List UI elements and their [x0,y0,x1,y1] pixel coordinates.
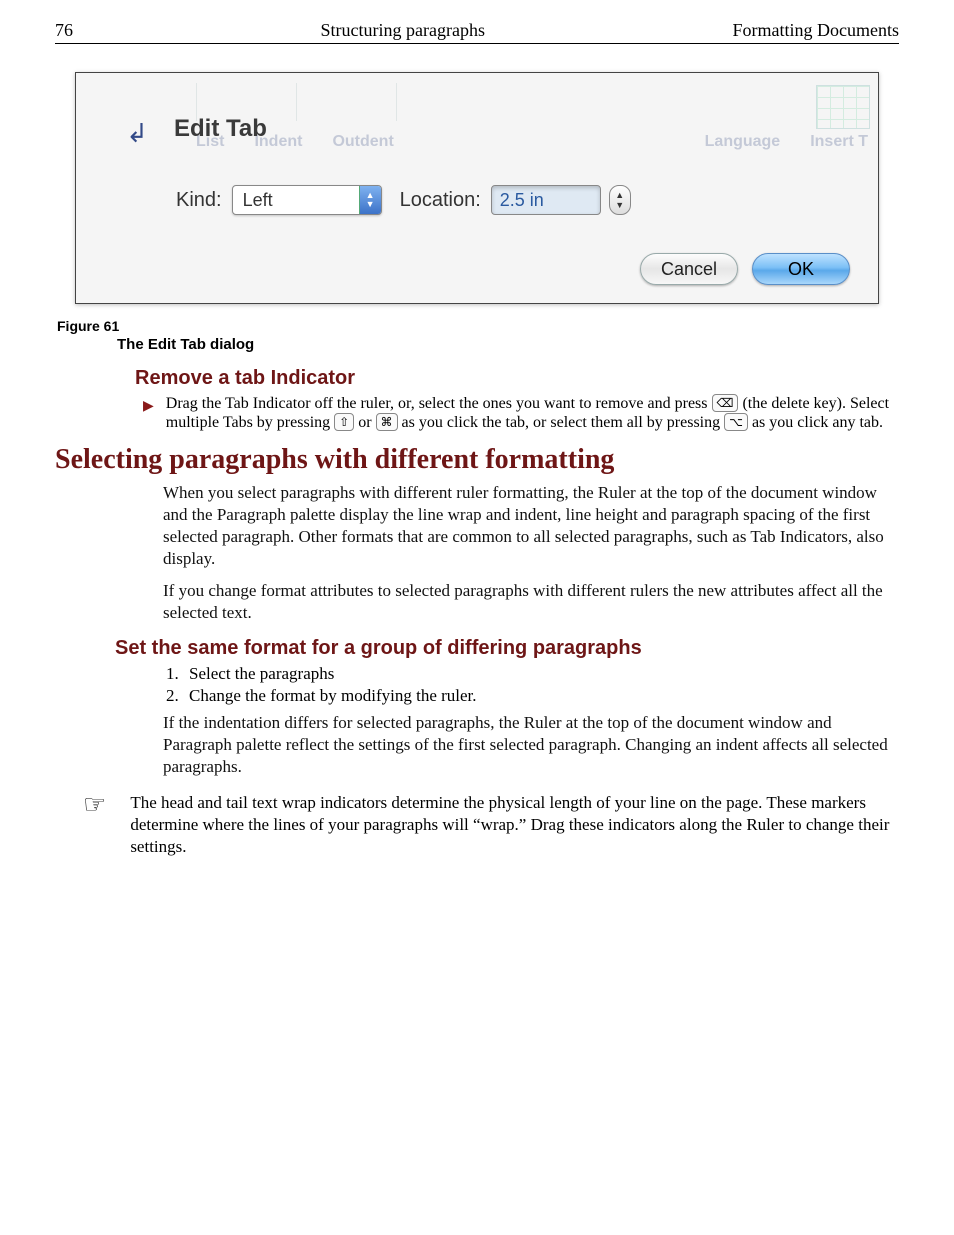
set-same-paragraph: If the indentation differs for selected … [163,712,899,778]
location-label: Location: [400,189,481,212]
delete-key-icon: ⌫ [712,394,739,412]
heading-selecting-paragraphs: Selecting paragraphs with different form… [55,444,899,476]
table-grid-icon [816,85,870,129]
pointing-hand-icon: ☞ [83,792,106,818]
header-right: Formatting Documents [733,20,899,41]
selecting-paragraph-2: If you change format attributes to selec… [163,580,899,624]
selecting-paragraph-1: When you select paragraphs with differen… [163,482,899,570]
page-header: 76 Structuring paragraphs Formatting Doc… [55,20,899,44]
command-key-icon: ⌘ [376,413,398,431]
page-number: 76 [55,20,73,41]
location-value: 2.5 in [500,190,544,211]
location-field[interactable]: 2.5 in [491,185,601,215]
dialog-fields-row: Kind: Left ▲▼ Location: 2.5 in ▲▼ [76,185,878,215]
note-block: ☞ The head and tail text wrap indicators… [135,792,899,858]
dialog-title: Edit Tab [174,115,267,143]
location-stepper[interactable]: ▲▼ [609,185,631,215]
header-center: Structuring paragraphs [73,20,733,41]
ok-button[interactable]: OK [752,253,850,285]
tab-arrow-icon: ↳ [118,119,148,149]
kind-label: Kind: [176,189,222,212]
kind-select[interactable]: Left ▲▼ [232,185,382,215]
triangle-bullet-icon: ▶ [143,398,154,415]
steps-list: Select the paragraphs Change the format … [183,664,899,706]
step-1: Select the paragraphs [183,664,899,684]
heading-set-same-format: Set the same format for a group of diffe… [115,637,899,660]
note-text: The head and tail text wrap indicators d… [130,792,899,858]
figure-edit-tab: List Indent Outdent Language Insert T ↳ … [75,72,879,304]
heading-remove-tab: Remove a tab Indicator [135,367,899,390]
edit-tab-dialog: List Indent Outdent Language Insert T ↳ … [75,72,879,304]
figure-caption: The Edit Tab dialog [117,336,899,353]
cancel-button[interactable]: Cancel [640,253,738,285]
kind-value: Left [243,190,273,211]
shift-key-icon: ⇧ [334,413,354,431]
step-2: Change the format by modifying the ruler… [183,686,899,706]
figure-number: Figure 61 [57,318,899,334]
option-key-icon: ⌥ [724,413,748,431]
remove-tab-step: ▶ Drag the Tab Indicator off the ruler, … [135,394,899,432]
select-arrows-icon[interactable]: ▲▼ [359,186,381,214]
